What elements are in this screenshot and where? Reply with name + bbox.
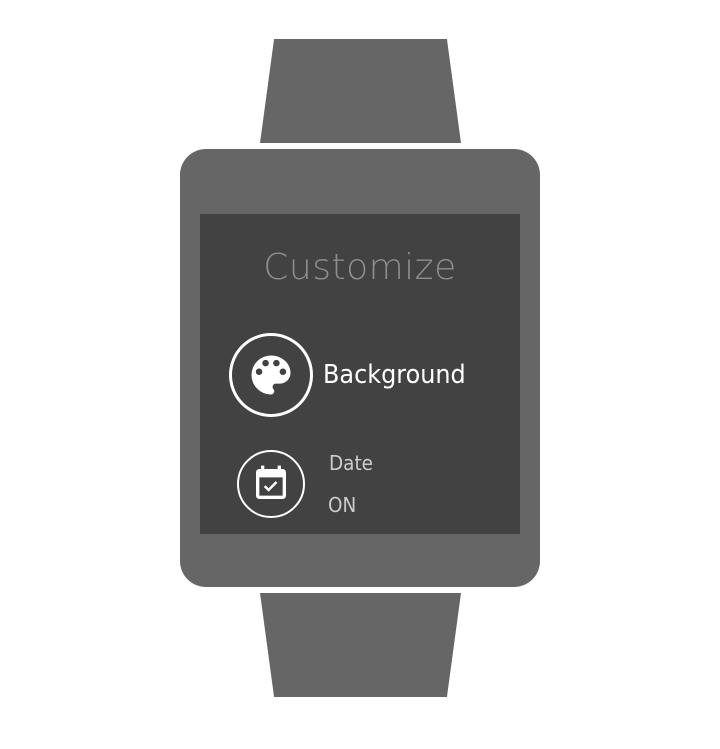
date-option-value: ON [328,493,357,517]
watch-strap-bottom [260,593,461,697]
page-title: Customize [263,247,457,288]
watch-strap-top [260,39,461,143]
date-option-label[interactable]: Date [329,450,373,476]
palette-icon [251,355,291,395]
date-option-button[interactable] [237,450,305,518]
calendar-check-icon [256,465,286,499]
background-option-button[interactable] [229,333,313,417]
background-option-label[interactable]: Background [323,358,466,392]
